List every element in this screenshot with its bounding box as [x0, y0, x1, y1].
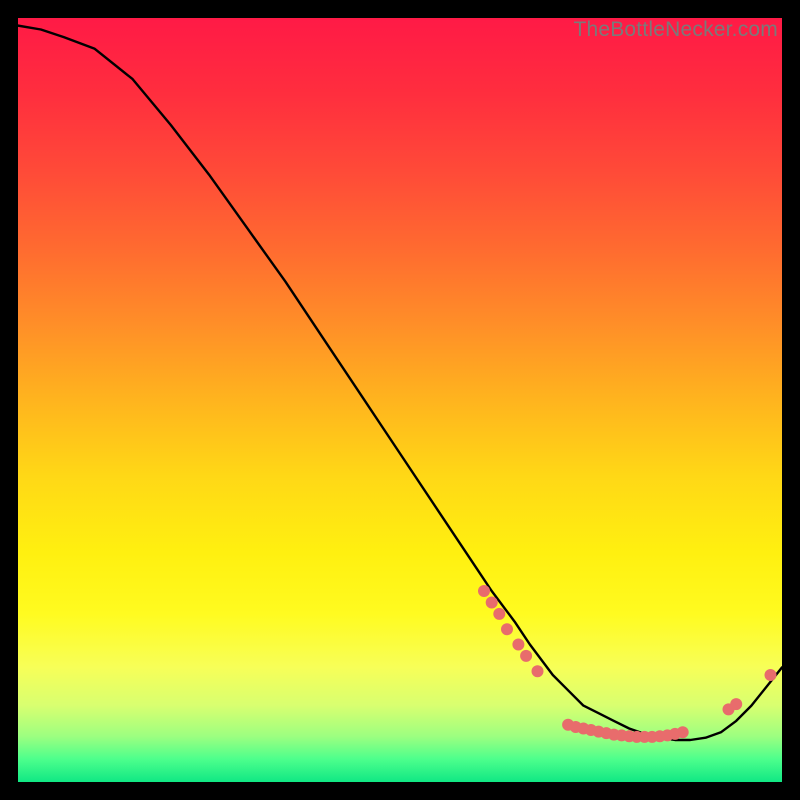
chart-dot	[501, 623, 513, 635]
chart-dot	[765, 669, 777, 681]
chart-dot	[730, 698, 742, 710]
chart-dot	[486, 597, 498, 609]
chart-frame: TheBottleNecker.com	[18, 18, 782, 782]
chart-dot	[493, 608, 505, 620]
bottleneck-chart	[18, 18, 782, 782]
chart-background	[18, 18, 782, 782]
watermark-text: TheBottleNecker.com	[573, 18, 778, 42]
chart-dot	[520, 650, 532, 662]
chart-dot	[478, 585, 490, 597]
chart-dot	[532, 665, 544, 677]
chart-dot	[512, 639, 524, 651]
chart-dot	[677, 726, 689, 738]
